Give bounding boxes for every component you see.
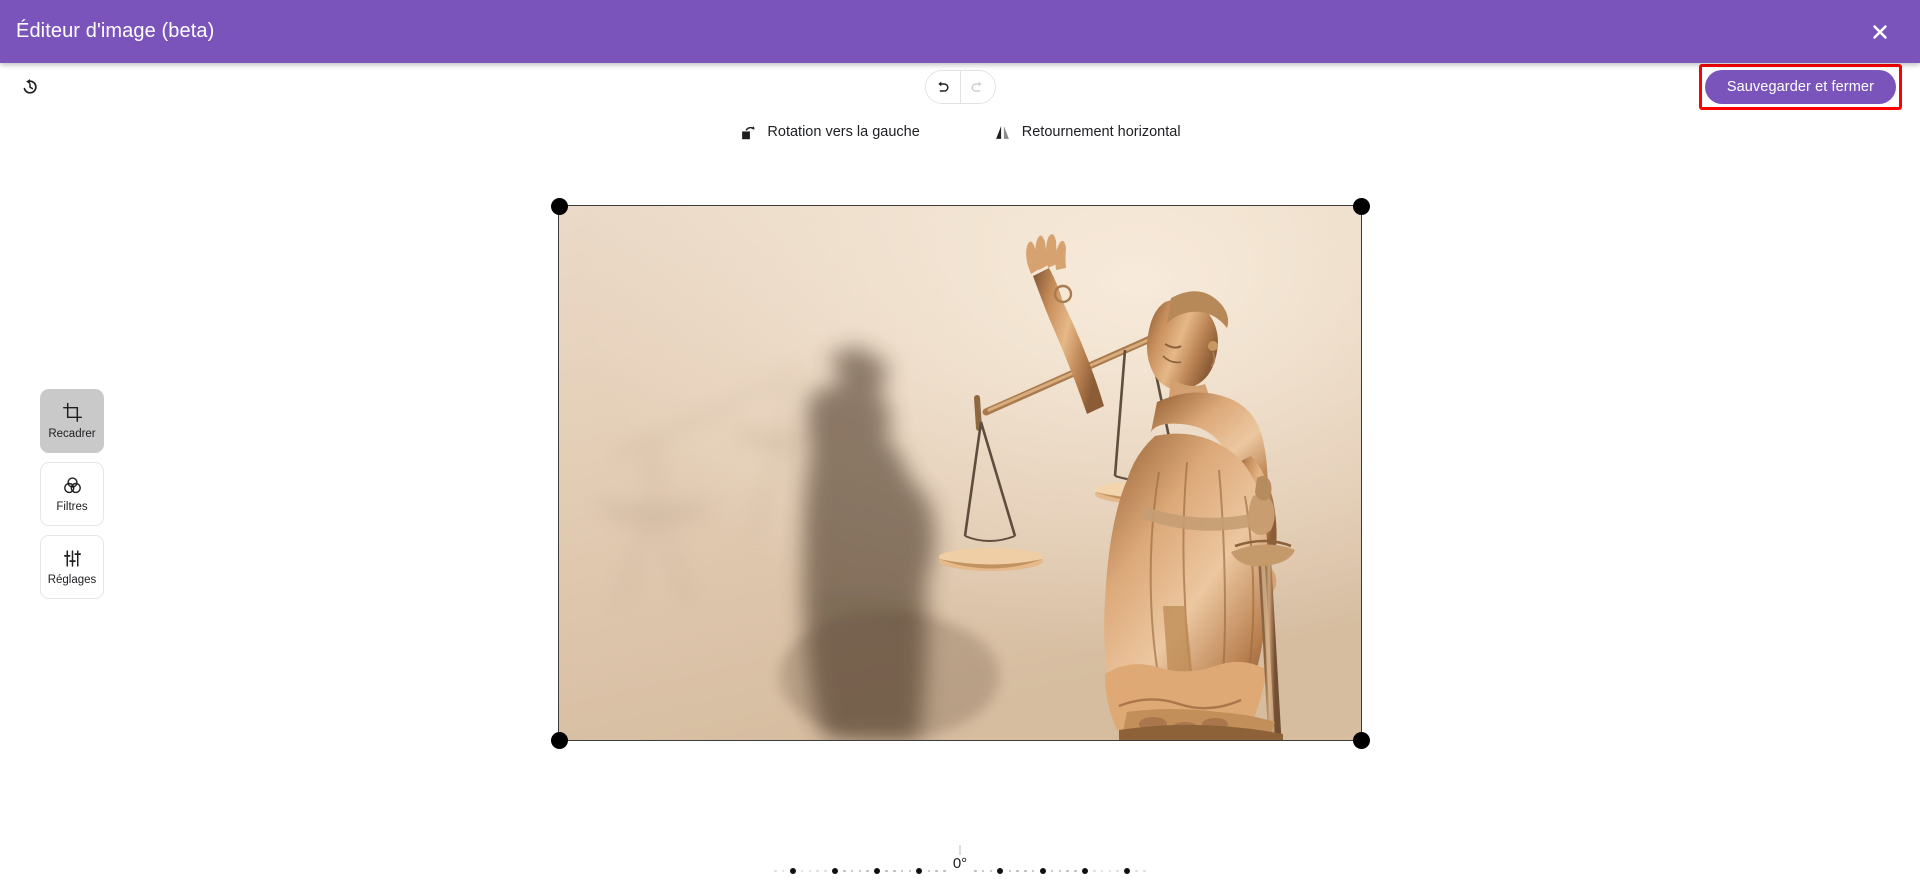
editor-toolbar: Sauvegarder et fermer [0,63,1920,111]
edited-image [559,206,1361,740]
image-editor-window: Éditeur d'image (beta) Sauvegarder et fe… [0,0,1920,892]
undo-icon[interactable] [925,71,960,103]
rotation-tick-minor [893,869,896,873]
tools-sidebar: Recadrer Filtres Réglages [40,389,104,599]
rotation-tick-major [874,868,880,874]
rotation-tick-minor [774,869,777,873]
sidebar-item-filters-label: Filtres [56,501,88,514]
rotation-tick-minor [843,869,846,873]
sidebar-item-adjustments[interactable]: Réglages [40,535,104,599]
canvas-area [0,153,1920,793]
rotation-tick-major [831,868,838,874]
rotation-tick-minor [1116,869,1119,873]
rotation-tick-minor [981,869,985,873]
rotation-tick-major [916,868,923,874]
undo-redo-group [924,70,996,104]
rotation-tick-major [1081,868,1088,874]
rotation-tick-minor [1074,869,1077,873]
rotation-tick-minor [974,869,977,873]
rotate-left-icon [739,123,757,141]
rotation-value-label: 0° [947,855,973,872]
rotation-tick-minor [808,869,811,873]
crop-handle-bottom-right[interactable] [1352,731,1370,749]
crop-frame[interactable] [550,197,1370,749]
filters-venn-icon [61,474,83,496]
rotation-tick-minor [816,869,819,873]
rotation-tick-minor [1031,869,1035,873]
rotate-left-label: Rotation vers la gauche [767,124,920,140]
rotation-tick-minor [850,869,854,873]
sidebar-item-crop-label: Recadrer [48,428,96,441]
rotation-slider[interactable]: 0° [774,845,1146,887]
window-titlebar: Éditeur d'image (beta) [0,0,1920,63]
page-title: Éditeur d'image (beta) [16,20,215,42]
rotation-tick-minor [885,869,888,873]
rotation-tick-minor [1066,869,1069,873]
rotation-tick-minor [866,869,869,873]
rotation-control: 0° [0,845,1920,887]
history-restore-icon[interactable] [12,69,48,105]
crop-handle-top-right[interactable] [1352,197,1370,215]
save-and-close-button[interactable]: Sauvegarder et fermer [1704,70,1896,104]
rotate-left-action[interactable]: Rotation vers la gauche [733,119,925,145]
rotation-tick-minor [1093,869,1096,873]
close-icon[interactable] [1860,12,1900,52]
rotation-tick-minor [1008,869,1011,873]
rotation-tick-minor [1143,869,1146,873]
rotation-tick-major [789,868,796,874]
rotation-tick-minor [927,869,930,873]
flip-horizontal-label: Retournement horizontal [1021,124,1181,140]
rotation-tick-minor [943,869,946,873]
save-button-highlight: Sauvegarder et fermer [1698,64,1902,110]
rotation-tick-minor [858,869,861,873]
rotation-tick-minor [935,869,938,873]
rotation-tick-minor [1135,869,1138,873]
rotation-tick-major [1124,868,1130,874]
crop-handle-top-left[interactable] [550,197,568,215]
rotation-tick-minor [1108,869,1111,873]
rotation-tick-minor [1050,869,1054,873]
crop-handle-bottom-left[interactable] [550,731,568,749]
rotation-tick-minor [908,869,911,873]
rotation-tick-minor [1016,869,1019,873]
flip-horizontal-icon [994,123,1012,141]
rotation-tick-minor [989,869,992,873]
adjustments-sliders-icon [61,547,83,569]
rotation-tick-minor [1058,869,1061,873]
rotation-tick-minor [1024,869,1027,873]
rotation-tick-major [1039,868,1046,874]
rotation-tick-major [997,868,1004,874]
rotation-tick-minor [824,869,827,873]
editor-body: Recadrer Filtres Réglages 0° [0,153,1920,892]
rotation-tick-minor [781,869,785,873]
flip-horizontal-action[interactable]: Retournement horizontal [988,119,1187,145]
transform-actions-row: Rotation vers la gauche Retournement hor… [0,111,1920,153]
sidebar-item-filters[interactable]: Filtres [40,462,104,526]
rotation-tick-minor [1100,869,1104,873]
rotation-tick-minor [900,869,904,873]
crop-icon [61,401,83,423]
redo-icon[interactable] [960,71,995,103]
sidebar-item-adjustments-label: Réglages [47,574,97,587]
sidebar-item-crop[interactable]: Recadrer [40,389,104,453]
rotation-tick-minor [800,869,804,873]
